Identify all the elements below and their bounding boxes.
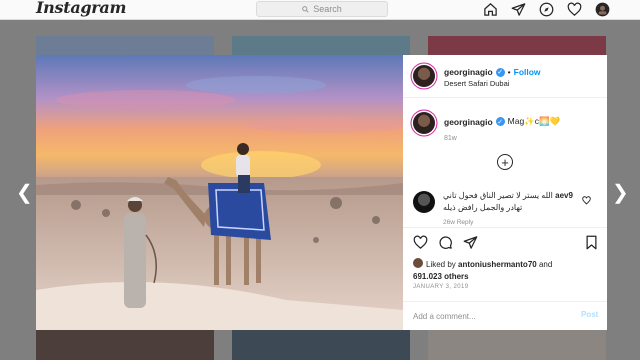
caption-text: Mag✨c🌅💛 xyxy=(507,116,561,126)
plus-circle-icon[interactable]: + xyxy=(497,154,513,170)
separator-dot: • xyxy=(507,67,511,77)
post-photo[interactable] xyxy=(36,55,403,330)
direct-icon[interactable] xyxy=(510,1,526,17)
share-icon[interactable] xyxy=(463,235,478,250)
previous-post-arrow-icon[interactable]: ❮ xyxy=(16,183,33,203)
author-line: georginagio ✓ • Follow xyxy=(444,67,541,77)
desert-sunset-image xyxy=(36,55,403,330)
likes-count[interactable]: 691.023 others xyxy=(413,272,469,281)
caption-timestamp: 81w xyxy=(444,135,457,142)
verified-badge-icon: ✓ xyxy=(495,67,505,77)
caption-avatar[interactable] xyxy=(413,112,435,134)
comment-like-heart-icon[interactable] xyxy=(582,196,591,205)
commenter-avatar[interactable] xyxy=(413,191,435,213)
heart-icon[interactable] xyxy=(566,1,582,17)
grid-thumbnail xyxy=(36,328,214,360)
commenter-username[interactable]: aev9 xyxy=(555,191,573,200)
grid-thumbnail xyxy=(36,36,214,56)
next-post-arrow-icon[interactable]: ❯ xyxy=(612,183,629,203)
search-box[interactable]: Search xyxy=(256,1,388,17)
post-detail-panel: georginagio ✓ • Follow Desert Safari Dub… xyxy=(403,55,607,330)
top-navigation-bar: Instagram Search xyxy=(0,0,640,20)
like-heart-icon[interactable] xyxy=(413,235,428,250)
author-username[interactable]: georginagio xyxy=(444,67,493,77)
comment-input[interactable] xyxy=(413,310,563,322)
post-actions: Liked by antoniushermanto70 and 691.023 … xyxy=(403,227,607,330)
author-avatar[interactable] xyxy=(413,65,435,87)
comment-body: الله يستر لا تصير الناق فحول تاني تهادر … xyxy=(443,191,553,212)
post-comment-button[interactable]: Post xyxy=(581,310,598,319)
verified-badge-icon: ✓ xyxy=(495,117,505,126)
post-header: georginagio ✓ • Follow Desert Safari Dub… xyxy=(403,55,607,98)
comment-meta: 26w Reply xyxy=(443,219,474,226)
caption: georginagio ✓ Mag✨c🌅💛 81w xyxy=(403,108,607,148)
liker-avatar[interactable] xyxy=(413,258,423,268)
comment-bubble-icon[interactable] xyxy=(438,235,453,250)
instagram-logo[interactable]: Instagram xyxy=(36,0,126,17)
search-icon xyxy=(302,5,309,13)
likes-summary: Liked by antoniushermanto70 and 691.023 … xyxy=(413,258,599,283)
bookmark-icon[interactable] xyxy=(584,235,599,250)
comment-text: aev9 الله يستر لا تصير الناق فحول تاني ت… xyxy=(443,190,578,214)
grid-thumbnail xyxy=(428,36,606,56)
comment-row: aev9 الله يستر لا تصير الناق فحول تاني ت… xyxy=(403,186,607,226)
liker-username[interactable]: antoniushermanto70 xyxy=(458,260,537,269)
explore-icon[interactable] xyxy=(538,1,554,17)
post-date: JANUARY 3, 2019 xyxy=(413,284,469,290)
search-placeholder: Search xyxy=(313,4,342,14)
profile-avatar[interactable] xyxy=(594,1,610,17)
post-location[interactable]: Desert Safari Dubai xyxy=(444,79,509,88)
follow-button[interactable]: Follow xyxy=(514,67,541,77)
caption-line: georginagio ✓ Mag✨c🌅💛 xyxy=(444,116,560,127)
home-icon[interactable] xyxy=(482,1,498,17)
likes-joiner: and xyxy=(538,260,553,269)
action-icons xyxy=(413,235,478,250)
grid-thumbnail xyxy=(232,36,410,56)
caption-username[interactable]: georginagio xyxy=(444,117,493,127)
nav-icons xyxy=(482,1,610,17)
grid-thumbnail xyxy=(428,328,606,360)
likes-prefix: Liked by xyxy=(426,260,456,269)
grid-thumbnail xyxy=(232,328,410,360)
add-comment-bar: Post xyxy=(403,301,607,331)
